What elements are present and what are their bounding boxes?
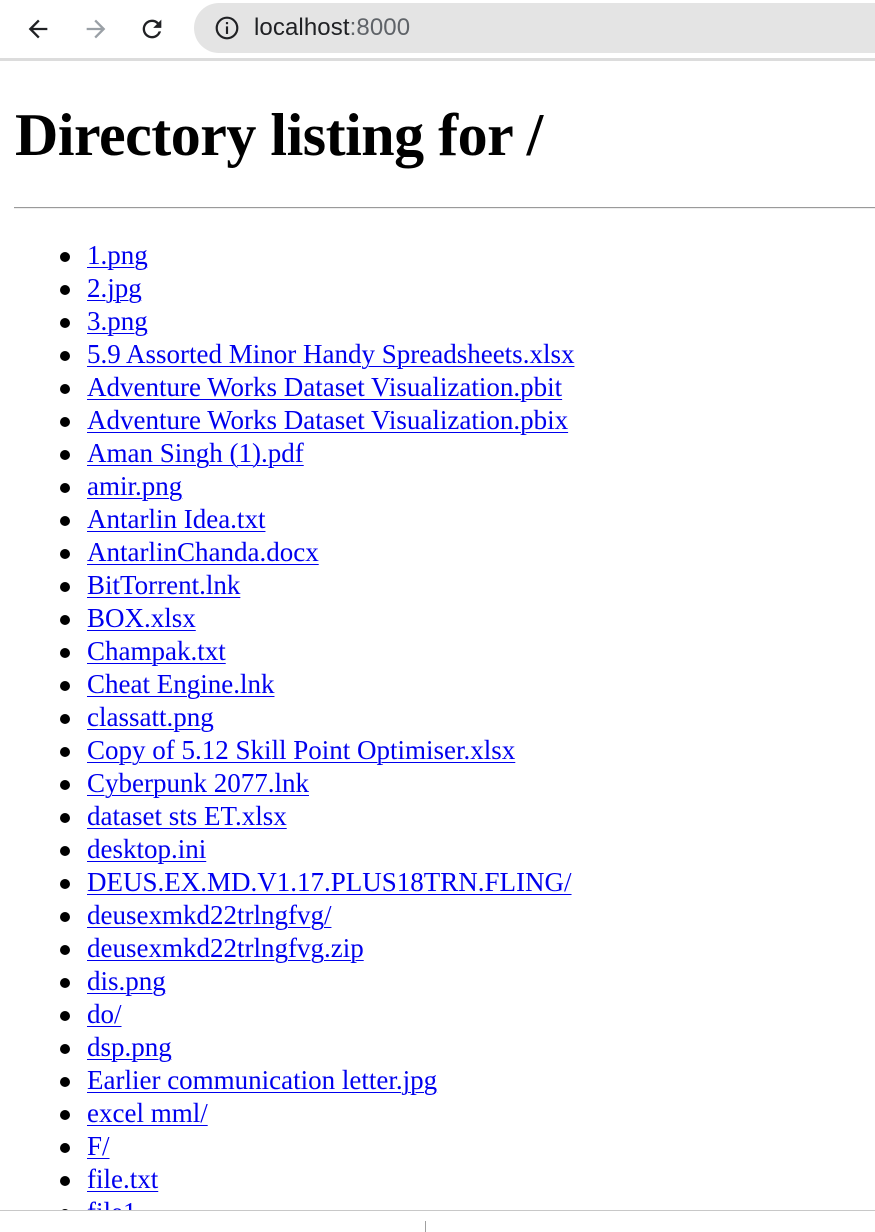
list-item: 5.9 Assorted Minor Handy Spreadsheets.xl… [60,338,875,371]
info-icon[interactable] [214,15,240,41]
url-text[interactable]: localhost:8000 [254,14,410,42]
list-item: dataset sts ET.xlsx [60,800,875,833]
file-link[interactable]: Adventure Works Dataset Visualization.pb… [87,405,568,435]
arrow-right-icon [86,19,106,39]
file-link[interactable]: 3.png [87,306,148,336]
file-link[interactable]: Adventure Works Dataset Visualization.pb… [87,372,562,402]
file-link[interactable]: BOX.xlsx [87,603,196,633]
file-link[interactable]: dsp.png [87,1032,172,1062]
file-link[interactable]: F/ [87,1131,110,1161]
bottom-edge [0,1210,875,1232]
file-link[interactable]: deusexmkd22trlngfvg/ [87,900,331,930]
file-link[interactable]: 1.png [87,240,148,270]
back-button[interactable] [8,1,68,57]
file-link[interactable]: BitTorrent.lnk [87,570,240,600]
file-link[interactable]: 2.jpg [87,273,142,303]
list-item: amir.png [60,470,875,503]
file-link[interactable]: classatt.png [87,702,214,732]
divider [14,207,875,209]
file-link[interactable]: desktop.ini [87,834,206,864]
url-port: :8000 [349,14,411,41]
reload-icon [142,19,162,39]
list-item: deusexmkd22trlngfvg/ [60,899,875,932]
list-item: Antarlin Idea.txt [60,503,875,536]
page-content: Directory listing for / 1.png 2.jpg 3.png 5… [0,105,875,1229]
file-link[interactable]: DEUS.EX.MD.V1.17.PLUS18TRN.FLING/ [87,867,572,897]
list-item: 3.png [60,305,875,338]
bottom-divider [425,1221,426,1232]
forward-button[interactable] [68,1,124,57]
reload-button[interactable] [124,1,180,57]
list-item: Earlier communication letter.jpg [60,1064,875,1097]
list-item: dsp.png [60,1031,875,1064]
file-link[interactable]: deusexmkd22trlngfvg.zip [87,933,364,963]
list-item: Cyberpunk 2077.lnk [60,767,875,800]
file-link[interactable]: dis.png [87,966,166,996]
list-item: Adventure Works Dataset Visualization.pb… [60,404,875,437]
list-item: Champak.txt [60,635,875,668]
list-item: 1.png [60,239,875,272]
page-title: Directory listing for / [15,102,543,168]
list-item: F/ [60,1130,875,1163]
list-item: Aman Singh (1).pdf [60,437,875,470]
list-item: classatt.png [60,701,875,734]
file-list: 1.png 2.jpg 3.png 5.9 Assorted Minor Handy … [15,239,875,1229]
list-item: deusexmkd22trlngfvg.zip [60,932,875,965]
file-link[interactable]: file.txt [87,1164,158,1194]
list-item: do/ [60,998,875,1031]
file-link[interactable]: Cyberpunk 2077.lnk [87,768,309,798]
file-link[interactable]: do/ [87,999,122,1029]
list-item: desktop.ini [60,833,875,866]
url-host: localhost [254,14,350,41]
list-item: Cheat Engine.lnk [60,668,875,701]
list-item: file.txt [60,1163,875,1196]
list-item: DEUS.EX.MD.V1.17.PLUS18TRN.FLING/ [60,866,875,899]
list-item: Copy of 5.12 Skill Point Optimiser.xlsx [60,734,875,767]
file-link[interactable]: Champak.txt [87,636,226,666]
list-item: Adventure Works Dataset Visualization.pb… [60,371,875,404]
list-item: excel mml/ [60,1097,875,1130]
arrow-left-icon [28,19,48,39]
file-link[interactable]: AntarlinChanda.docx [87,537,319,567]
browser-toolbar: localhost:8000 [0,0,875,61]
list-item: AntarlinChanda.docx [60,536,875,569]
file-link[interactable]: dataset sts ET.xlsx [87,801,287,831]
file-link[interactable]: 5.9 Assorted Minor Handy Spreadsheets.xl… [87,339,574,369]
list-item: dis.png [60,965,875,998]
file-link[interactable]: excel mml/ [87,1098,208,1128]
list-item: BOX.xlsx [60,602,875,635]
file-link[interactable]: Aman Singh (1).pdf [87,438,304,468]
file-link[interactable]: Earlier communication letter.jpg [87,1065,437,1095]
list-item: 2.jpg [60,272,875,305]
list-item: BitTorrent.lnk [60,569,875,602]
file-link[interactable]: Copy of 5.12 Skill Point Optimiser.xlsx [87,735,515,765]
file-link[interactable]: Cheat Engine.lnk [87,669,274,699]
address-bar[interactable]: localhost:8000 [194,3,875,53]
file-link[interactable]: amir.png [87,471,182,501]
file-link[interactable]: Antarlin Idea.txt [87,504,265,534]
